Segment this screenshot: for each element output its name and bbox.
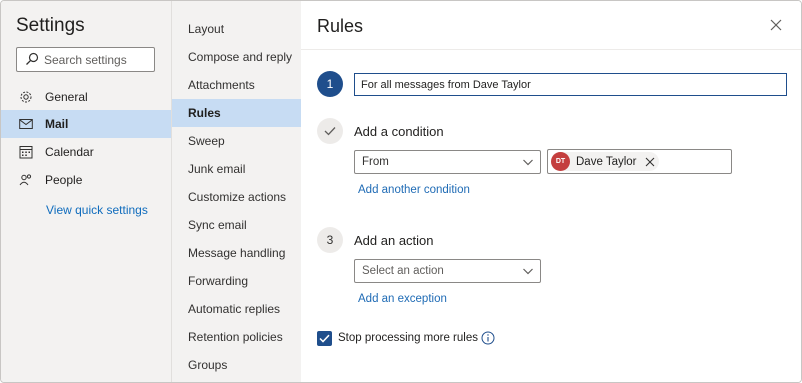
nav-item-label: Mail [45, 117, 69, 131]
nav-item-label: Calendar [45, 145, 94, 159]
gear-icon [19, 90, 33, 104]
subnav-item-sync-email[interactable]: Sync email [172, 211, 301, 239]
add-condition-heading: Add a condition [354, 124, 444, 139]
subnav-item-retention-policies[interactable]: Retention policies [172, 323, 301, 351]
condition-type-value: From [362, 156, 389, 168]
close-icon [770, 19, 782, 31]
step-1-indicator: 1 [317, 71, 343, 97]
subnav-item-compose-and-reply[interactable]: Compose and reply [172, 43, 301, 71]
nav-item-people[interactable]: People [1, 166, 171, 194]
info-icon[interactable] [481, 331, 495, 345]
checkmark-icon [324, 127, 336, 136]
condition-value-people-picker[interactable]: DT Dave Taylor [547, 149, 732, 174]
mail-icon [19, 117, 33, 131]
nav-item-mail[interactable]: Mail [1, 110, 171, 138]
rule-name-input[interactable] [354, 73, 787, 96]
chevron-down-icon [523, 268, 533, 275]
remove-person-icon[interactable] [645, 157, 655, 167]
search-settings-box[interactable] [16, 47, 155, 72]
chevron-down-icon [523, 159, 533, 166]
calendar-icon [19, 145, 33, 159]
people-icon [19, 173, 33, 187]
subnav-item-attachments[interactable]: Attachments [172, 71, 301, 99]
add-exception-link[interactable]: Add an exception [358, 293, 447, 305]
mail-settings-subnav: Layout Compose and reply Attachments Rul… [171, 1, 301, 382]
settings-window: Settings General Mail Calendar [0, 0, 802, 383]
add-another-condition-link[interactable]: Add another condition [358, 184, 470, 196]
view-quick-settings-link[interactable]: View quick settings [46, 203, 148, 217]
nav-item-general[interactable]: General [1, 83, 171, 111]
close-button[interactable] [766, 15, 786, 35]
header-divider [301, 49, 801, 50]
search-icon [26, 52, 39, 65]
person-chip: DT Dave Taylor [551, 152, 659, 171]
step-2-indicator [317, 118, 343, 144]
subnav-item-customize-actions[interactable]: Customize actions [172, 183, 301, 211]
subnav-item-sweep[interactable]: Sweep [172, 127, 301, 155]
nav-item-label: General [45, 90, 88, 104]
checkmark-icon [319, 334, 330, 343]
stop-processing-label: Stop processing more rules [338, 332, 478, 344]
subnav-item-message-handling[interactable]: Message handling [172, 239, 301, 267]
search-settings-input[interactable] [44, 51, 152, 69]
subnav-item-layout[interactable]: Layout [172, 15, 301, 43]
settings-title: Settings [16, 15, 85, 36]
subnav-item-forwarding[interactable]: Forwarding [172, 267, 301, 295]
page-title: Rules [317, 16, 364, 36]
action-placeholder: Select an action [362, 265, 444, 277]
nav-item-calendar[interactable]: Calendar [1, 138, 171, 166]
subnav-item-junk-email[interactable]: Junk email [172, 155, 301, 183]
subnav-item-rules[interactable]: Rules [172, 99, 301, 127]
subnav-item-groups[interactable]: Groups [172, 351, 301, 379]
add-action-heading: Add an action [354, 233, 434, 248]
nav-item-label: People [45, 173, 83, 187]
stop-processing-checkbox[interactable] [317, 331, 332, 346]
step-3-indicator: 3 [317, 227, 343, 253]
person-name: Dave Taylor [576, 155, 637, 168]
avatar: DT [551, 152, 570, 171]
settings-left-pane: Settings General Mail Calendar [1, 1, 171, 382]
subnav-item-automatic-replies[interactable]: Automatic replies [172, 295, 301, 323]
action-dropdown[interactable]: Select an action [354, 259, 541, 283]
condition-type-dropdown[interactable]: From [354, 150, 541, 174]
rules-editor-pane: Rules 1 Add a condition From DT Dave Tay… [301, 1, 801, 382]
